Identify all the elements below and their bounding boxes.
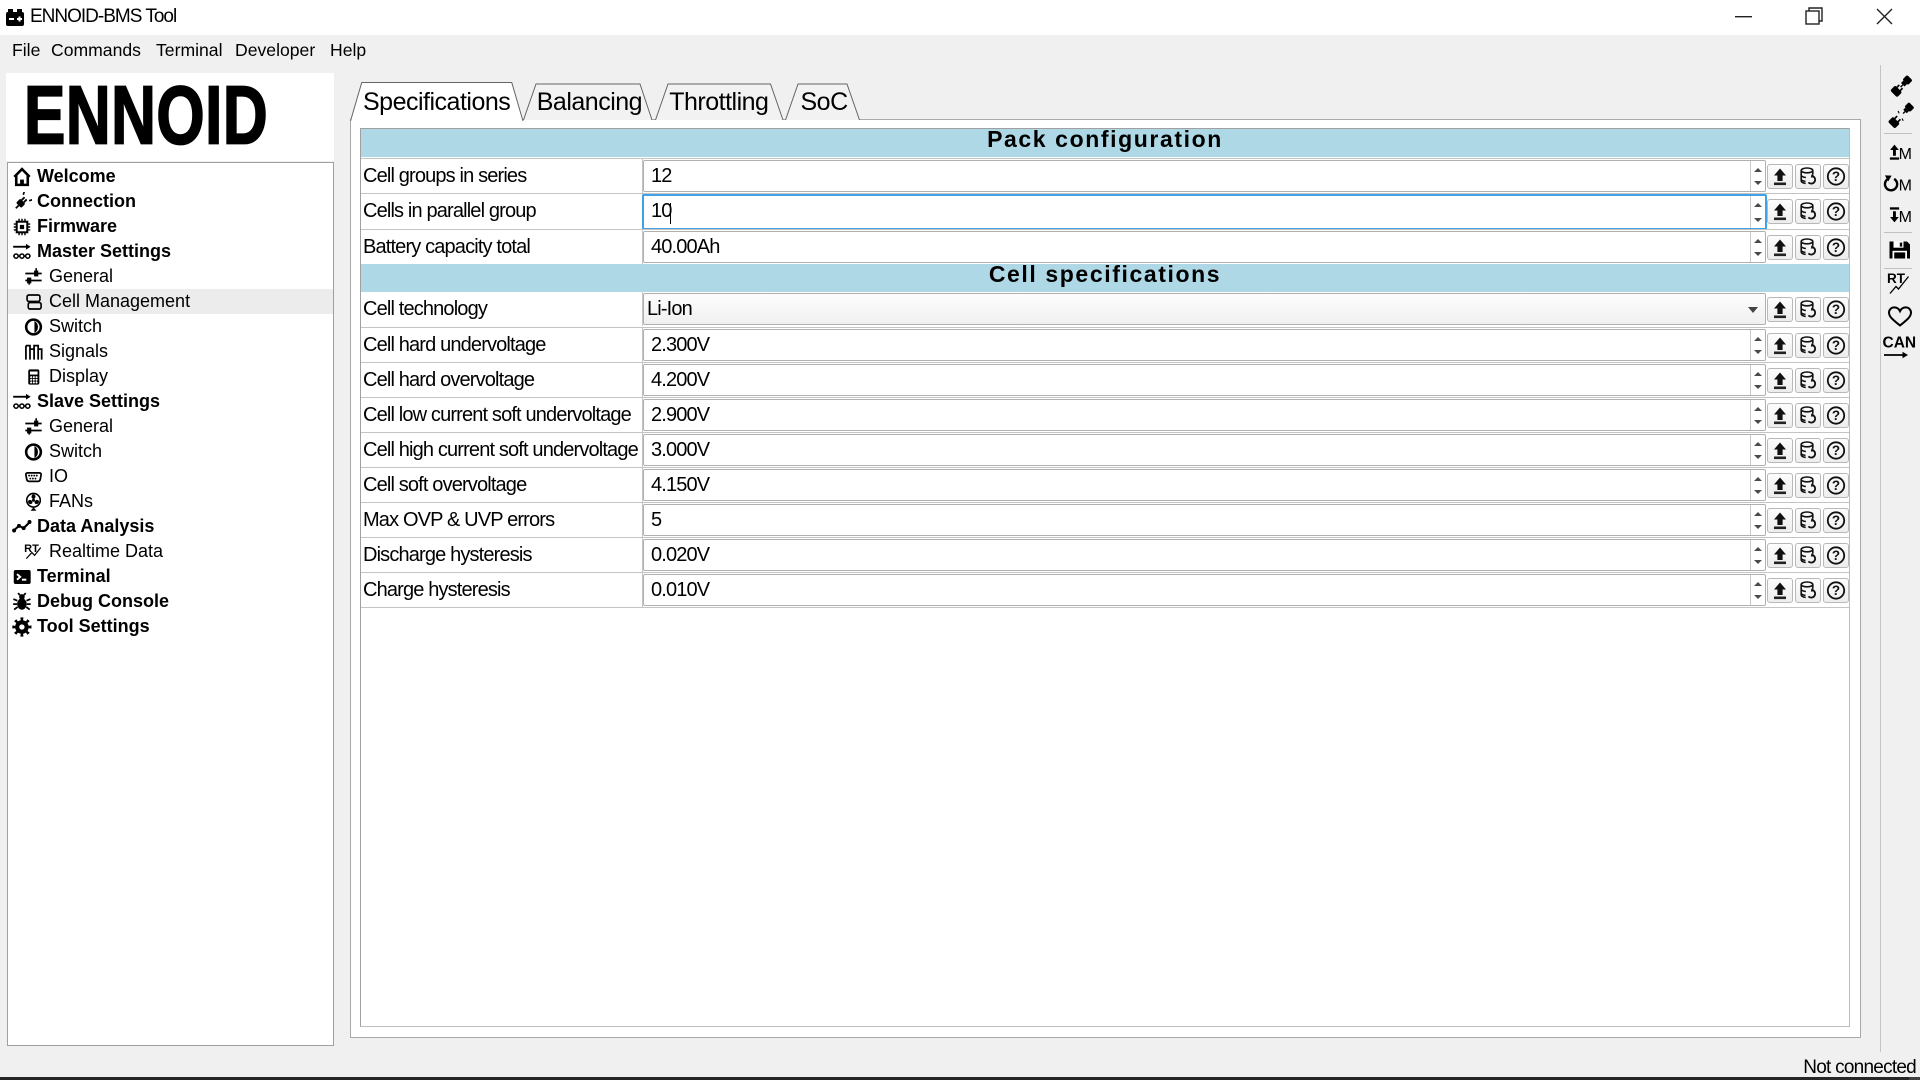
svg-text:M: M [1899, 177, 1912, 194]
svg-text:SoC: SoC [801, 88, 849, 116]
svg-text:Specifications: Specifications [363, 88, 510, 116]
svg-text:M: M [1899, 209, 1912, 226]
svg-text:M: M [1899, 146, 1912, 163]
svg-text:CAN: CAN [1883, 335, 1917, 352]
svg-text:Throttling: Throttling [669, 88, 768, 116]
svg-text:Balancing: Balancing [537, 88, 642, 116]
